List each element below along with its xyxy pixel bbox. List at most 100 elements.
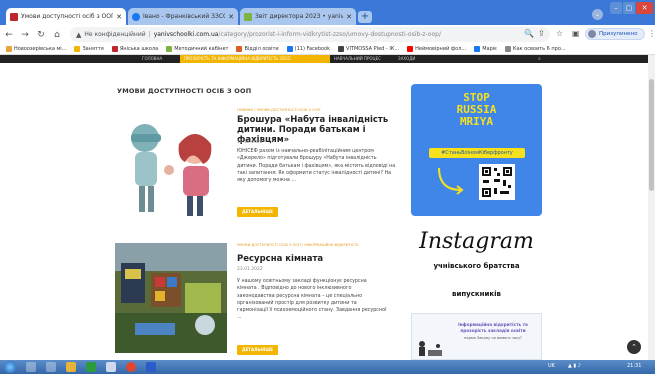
side-panel-icon[interactable]: ▣ [572,29,580,38]
separator: | [148,31,151,38]
scrollbar-thumb[interactable] [649,79,654,191]
room-photo-image [115,243,227,353]
maximize-icon[interactable]: ▢ [623,2,635,14]
bookmark-item[interactable]: Відділ освіти [236,46,279,52]
banner-line: STOP [463,91,490,104]
instagram-logo[interactable]: Instagram [411,229,542,254]
bookmark-item[interactable]: (11) Facebook [286,46,331,52]
banner-line: MRIYA [459,115,494,128]
section-title: УМОВИ ДОСТУПНОСТІ ОСІБ З ООП [117,87,252,95]
media-player-icon[interactable] [46,362,56,372]
url-host: yanivschoolki.com.ua [153,31,219,38]
back-icon[interactable]: ← [2,30,16,40]
url-path: /category/prozorist-i-inform-vidkrytist-… [218,31,441,38]
arrow-icon [438,167,464,195]
bookmark-favicon-icon [74,46,81,52]
tab-search-icon[interactable]: ⌄ [592,9,603,20]
bookmark-favicon-icon [338,46,345,52]
bookmark-item[interactable]: Заняття [74,46,104,52]
post-image-resource-room[interactable] [115,243,227,353]
post-excerpt: ЮНІСЕФ разом із навчально-реабілітаційни… [237,149,396,184]
bookmark-favicon-icon [166,46,173,52]
nav-item-transparency[interactable]: ПРОЗОРІСТЬ ТА ІНФОРМАЦІЙНА ВІДКРИТІСТЬ З… [184,55,291,63]
close-window-icon[interactable]: ✕ [636,2,653,14]
post-date: 19.12.2022 [237,140,263,145]
bookmark-favicon-icon [111,46,118,52]
menu-icon[interactable]: ⋮ [648,29,655,38]
start-button-icon[interactable] [4,361,16,373]
language-indicator[interactable]: UK [548,363,555,369]
bookmark-item[interactable]: Методичний кабінет [166,46,228,52]
bookmark-label: Методичний кабінет [174,46,229,52]
bookmark-item[interactable]: Новоозерівська мі... [6,46,66,52]
tab-current[interactable]: Умови доступності осіб з ООП ✕ [6,8,126,25]
explorer-icon[interactable] [26,362,36,372]
bookmark-label: Новоозерівська мі... [14,46,67,52]
post-date: 23.01.2022 [237,267,263,272]
minimize-icon[interactable]: – [610,2,622,14]
bookmark-favicon-icon [236,46,243,52]
forward-icon[interactable]: → [18,30,32,40]
bookmark-favicon-icon [474,46,481,52]
post-image-brochure[interactable] [115,108,227,220]
qr-code-icon [479,164,515,200]
bookmark-favicon-icon [6,46,12,52]
search-icon[interactable]: ⌕ [538,56,541,62]
card-text: Інформаційна відкритість та прозорість з… [458,322,528,333]
page-scrollbar[interactable] [648,55,655,360]
illustration-image [115,108,227,220]
reload-icon[interactable]: ↻ [34,30,48,40]
tab-title: Звіт директора 2023 • yanivsc [255,13,344,20]
bookmark-label: Неймовірний фол... [415,46,467,52]
zoom-icon[interactable]: 🔍 [524,29,534,38]
bookmark-favicon-icon [407,46,414,52]
close-icon[interactable]: ✕ [228,13,234,21]
post-category[interactable]: НОВИНИ / УМОВИ ДОСТУПНОСТІ ОСІБ З ООП [237,108,320,112]
tray-icons[interactable]: ▲ ▮ ♪ [568,363,581,369]
bookmark-item[interactable]: Как освоить 6 про... [504,46,566,52]
web-page: ГОЛОВНА ПРОЗОРІСТЬ ТА ІНФОРМАЦІЙНА ВІДКР… [0,55,655,360]
bookmark-label: Відділ освіти [244,46,279,52]
share-icon[interactable]: ⇪ [538,29,545,38]
nav-item-learning[interactable]: НАВЧАЛЬНИЙ ПРОЦЕС [334,55,381,63]
post-title[interactable]: Ресурсна кімната [237,254,397,264]
profile-status: Призупинено [599,31,638,37]
new-tab-button[interactable]: + [358,11,372,23]
bookmark-item[interactable]: Неймовірний фол... [407,46,466,52]
site-favicon-icon [10,12,18,21]
folder-icon[interactable] [66,362,76,372]
tab-report[interactable]: Звіт директора 2023 • yanivsc ✕ [240,8,356,25]
bookmark-label: Яніська школа [119,46,159,52]
bookmark-star-icon[interactable]: ☆ [556,29,563,38]
tab-facebook[interactable]: Івано - Франківський ЗЗСО І - ІІ ✕ [128,8,238,25]
cyber-front-banner[interactable]: STOP RUSSIA MRIYA #СтаньВоїномКіберфронт… [411,84,542,216]
read-more-button[interactable]: ДЕТАЛЬНІШЕ [237,345,278,355]
bookmark-label: Как освоить 6 про... [512,46,566,52]
excel-icon[interactable] [86,362,96,372]
nav-item-events[interactable]: ЗАХОДИ [398,55,415,63]
close-icon[interactable]: ✕ [346,13,352,21]
word-icon[interactable] [146,362,156,372]
instagram-subtitle: учнівського братства [433,262,520,270]
post-category[interactable]: УМОВИ ДОСТУПНОСТІ ОСІБ З ООП / ІНФОРМАЦІ… [237,243,377,248]
instagram-post-card[interactable]: Інформаційна відкритість та прозорість з… [411,313,542,360]
facebook-icon [132,12,140,21]
address-bar[interactable]: ▲ Не конфіденційний | yanivschoolki.com.… [70,27,550,42]
bookmark-label: (11) Facebook [294,46,331,52]
bookmark-label: Заняття [82,46,104,52]
bookmark-item[interactable]: VITMOSSA Pled - ІК... [338,46,399,52]
clock[interactable]: 21:31 [627,363,641,369]
profile-button[interactable]: Призупинено [585,28,645,40]
close-icon[interactable]: ✕ [116,13,122,21]
bookmark-item[interactable]: Яніська школа [111,46,159,52]
bookmark-item[interactable]: Маріє [474,46,497,52]
windows-taskbar: UK ▲ ▮ ♪ 21:31 [0,360,655,374]
chrome-icon[interactable] [126,362,136,372]
browser-window: Умови доступності осіб з ООП ✕ Івано - Ф… [0,0,655,374]
home-icon[interactable]: ⌂ [50,30,64,40]
bookmark-label: VITMOSSA Pled - ІК... [346,46,400,52]
scroll-to-top-button[interactable]: ⌃ [627,340,641,354]
app-icon[interactable] [106,362,116,372]
nav-item-home[interactable]: ГОЛОВНА [142,55,162,63]
read-more-button[interactable]: ДЕТАЛЬНІШЕ [237,207,278,217]
